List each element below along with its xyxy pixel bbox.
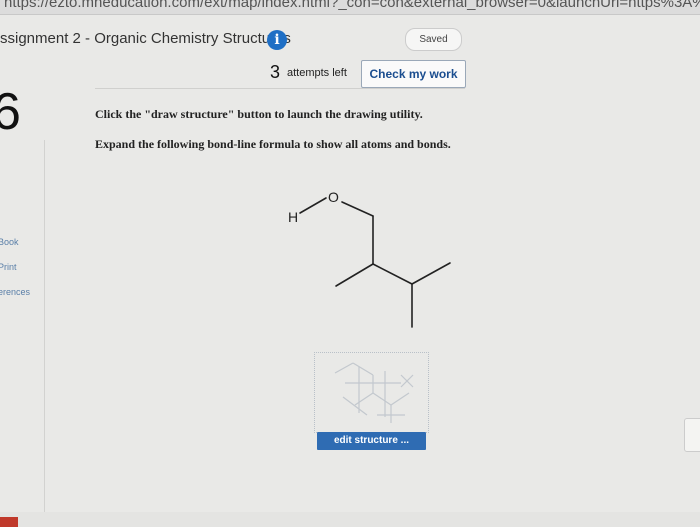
c-c-bond [335, 263, 374, 287]
c-c-bond [411, 262, 451, 285]
print-link[interactable]: Print [0, 262, 17, 272]
c-c-bond [372, 263, 413, 285]
book-link[interactable]: Book [0, 237, 19, 247]
address-bar[interactable]: https://ezto.mheducation.com/ext/map/ind… [0, 0, 700, 15]
structure-thumbnail[interactable] [314, 352, 429, 433]
assignment-title: ssignment 2 - Organic Chemistry Structur… [0, 30, 291, 47]
o-c-bond [341, 201, 374, 217]
bottom-nav-bar [0, 512, 700, 527]
attempts-count: 3 [270, 62, 281, 82]
atom-h-label: H [288, 209, 298, 225]
bond-line-structure: H O [288, 189, 451, 328]
instruction-expand: Expand the following bond-line formula t… [95, 137, 451, 151]
instruction-draw: Click the "draw structure" button to lau… [95, 107, 423, 121]
atom-o-label: O [328, 189, 339, 205]
attempts-label: attempts left [287, 67, 347, 79]
saved-status-badge: Saved [405, 28, 462, 51]
info-icon[interactable]: i [267, 30, 287, 50]
red-tab-indicator[interactable] [0, 517, 18, 527]
h-o-bond [299, 197, 327, 214]
left-sidebar: Book Print erences [0, 140, 45, 527]
check-my-work-button[interactable]: Check my work [361, 60, 466, 88]
question-number: 6 [0, 83, 21, 141]
references-link[interactable]: erences [0, 287, 30, 297]
edit-structure-button[interactable]: edit structure ... [317, 432, 426, 450]
divider [95, 88, 465, 89]
url-text: https://ezto.mheducation.com/ext/map/ind… [4, 0, 700, 11]
sketch-preview [334, 362, 414, 423]
side-panel-tab[interactable] [684, 418, 700, 452]
